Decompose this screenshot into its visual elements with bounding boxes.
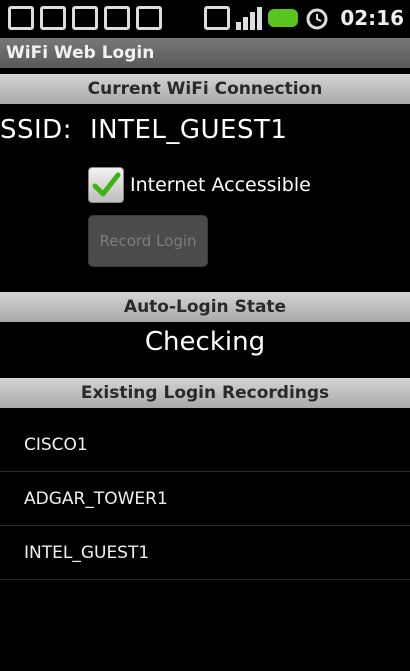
status-bar: 02:16 (0, 0, 410, 38)
internet-accessible-checkbox[interactable] (88, 167, 124, 203)
download-icon (40, 6, 66, 30)
recordings-header: Existing Login Recordings (0, 378, 410, 408)
usb-icon (104, 6, 130, 30)
internet-accessible-label: Internet Accessible (130, 174, 311, 196)
notification-icons (8, 6, 162, 30)
battery-icon (268, 9, 299, 27)
recordings-list: CISCO1 ADGAR_TOWER1 INTEL_GUEST1 (0, 418, 410, 580)
auto-login-state-value: Checking (144, 327, 266, 357)
notification-icon (8, 6, 34, 30)
record-login-button[interactable]: Record Login (88, 215, 208, 267)
recording-item-intel-guest1[interactable]: INTEL_GUEST1 (0, 526, 410, 580)
camera-icon (136, 6, 162, 30)
auto-login-header: Auto-Login State (0, 292, 410, 322)
internet-accessible-row[interactable]: Internet Accessible (88, 167, 311, 203)
gmail-icon (72, 6, 98, 30)
checkmark-icon (92, 172, 121, 197)
app-title: WiFi Web Login (0, 38, 410, 68)
recording-item-cisco1[interactable]: CISCO1 (0, 418, 410, 472)
ssid-value: INTEL_GUEST1 (89, 115, 288, 145)
status-time: 02:16 (340, 6, 404, 30)
ssid-label: SSID: (0, 115, 72, 145)
alarm-icon (304, 6, 330, 30)
recording-item-adgar-tower1[interactable]: ADGAR_TOWER1 (0, 472, 410, 526)
sim-icon (204, 6, 231, 30)
ssid-row: SSID: INTEL_GUEST1 (0, 115, 287, 145)
system-icons: 02:16 (204, 6, 404, 30)
current-connection-header: Current WiFi Connection (0, 74, 410, 104)
signal-icon (236, 6, 263, 30)
